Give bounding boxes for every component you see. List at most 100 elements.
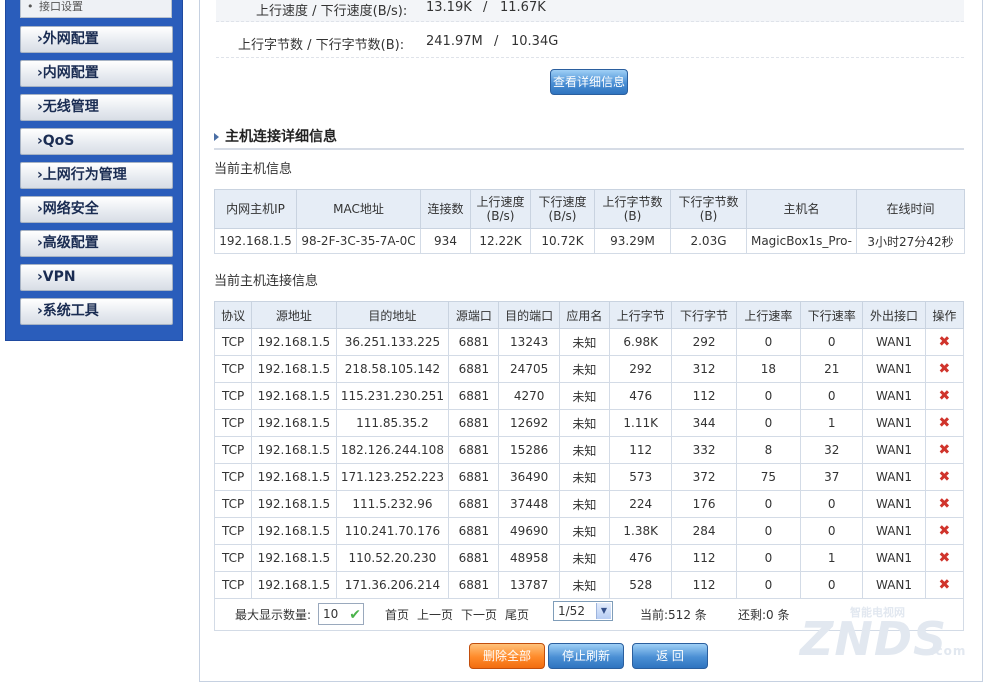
operation-cell: ✖ bbox=[924, 463, 965, 491]
conn-cell: 372 bbox=[671, 463, 737, 491]
conn-cell: 未知 bbox=[558, 409, 611, 437]
sidebar-item-security[interactable]: ›网络安全 bbox=[20, 196, 173, 223]
table-row: TCP 192.168.1.5 110.52.20.230 6881 48958 未知 47… bbox=[213, 544, 965, 572]
sidebar-item-wan[interactable]: ›外网配置 bbox=[20, 26, 173, 53]
chevron-down-icon[interactable]: ▼ bbox=[596, 603, 611, 619]
conn-info-title: 当前主机连接信息 bbox=[214, 274, 319, 289]
bytes-label: 上行字节数 / 下行字节数(B): bbox=[238, 38, 405, 53]
delete-x-icon[interactable]: ✖ bbox=[938, 388, 950, 404]
sidebar-item-qos[interactable]: ›QoS bbox=[20, 128, 173, 155]
conn-cell: WAN1 bbox=[862, 517, 926, 545]
back-button[interactable]: 返 回 bbox=[632, 643, 708, 669]
conn-cell: 未知 bbox=[558, 463, 611, 491]
conn-cell: 110.52.20.230 bbox=[335, 544, 450, 572]
conn-cell: WAN1 bbox=[862, 544, 926, 572]
delete-x-icon[interactable]: ✖ bbox=[938, 550, 950, 566]
max-display-label: 最大显示数量: bbox=[235, 608, 312, 622]
sidebar-subitem-interface[interactable]: • 接口设置 bbox=[20, 0, 172, 18]
conn-cell: 6881 bbox=[448, 490, 500, 518]
down-bytes-value: 10.34G bbox=[511, 34, 559, 49]
conn-cell: TCP bbox=[213, 463, 253, 491]
view-details-button[interactable]: 查看详细信息 bbox=[550, 69, 628, 95]
conn-col-header: 目的地址 bbox=[335, 301, 450, 329]
conn-cell: 6881 bbox=[448, 409, 500, 437]
last-page-link[interactable]: 尾页 bbox=[505, 606, 529, 623]
stop-refresh-button[interactable]: 停止刷新 bbox=[548, 643, 624, 669]
host-cell: 192.168.1.5 bbox=[214, 228, 297, 254]
page-select[interactable]: 1/52 ▼ bbox=[553, 601, 613, 621]
sidebar-item-wireless[interactable]: ›无线管理 bbox=[20, 94, 173, 121]
delete-x-icon[interactable]: ✖ bbox=[938, 577, 950, 593]
host-col-header: 主机名 bbox=[746, 189, 857, 229]
table-row: TCP 192.168.1.5 110.241.70.176 6881 49690 未知 1… bbox=[213, 517, 965, 545]
conn-col-header: 目的端口 bbox=[498, 301, 560, 329]
speed-label: 上行速度 / 下行速度(B/s): bbox=[256, 4, 408, 19]
conn-cell: WAN1 bbox=[862, 328, 926, 356]
conn-col-header: 上行字节 bbox=[609, 301, 673, 329]
conn-cell: 15286 bbox=[498, 436, 560, 464]
conn-cell: 176 bbox=[671, 490, 737, 518]
conn-cell: 13243 bbox=[498, 328, 560, 356]
conn-cell: 112 bbox=[609, 436, 673, 464]
sidebar-item-tools[interactable]: ›系统工具 bbox=[20, 298, 173, 325]
first-page-link[interactable]: 首页 bbox=[385, 606, 409, 623]
conn-cell: WAN1 bbox=[862, 436, 926, 464]
sidebar-item-advanced[interactable]: ›高级配置 bbox=[20, 230, 173, 257]
conn-cell: 112 bbox=[671, 544, 737, 572]
host-cell: 12.22K bbox=[470, 228, 531, 254]
operation-cell: ✖ bbox=[924, 517, 965, 545]
conn-col-header: 协议 bbox=[213, 301, 253, 329]
conn-cell: TCP bbox=[213, 436, 253, 464]
table-row: TCP 192.168.1.5 182.126.244.108 6881 15286 未知… bbox=[213, 436, 965, 464]
max-display-input[interactable]: 10 ✔ bbox=[318, 603, 364, 625]
conn-cell: TCP bbox=[213, 544, 253, 572]
delete-x-icon[interactable]: ✖ bbox=[938, 523, 950, 539]
watermark-logo: 智能电视网 ZNDS .com bbox=[800, 592, 980, 672]
conn-cell: 6.98K bbox=[609, 328, 673, 356]
conn-col-header: 源地址 bbox=[251, 301, 337, 329]
conn-col-header: 操作 bbox=[924, 301, 965, 329]
delete-x-icon[interactable]: ✖ bbox=[938, 442, 950, 458]
conn-cell: 13787 bbox=[498, 571, 560, 599]
conn-cell: 573 bbox=[609, 463, 673, 491]
conn-cell: 6881 bbox=[448, 382, 500, 410]
sidebar-item-lan[interactable]: ›内网配置 bbox=[20, 60, 173, 87]
conn-cell: 24705 bbox=[498, 355, 560, 383]
connection-table: 协议 源地址 目的地址 源端口 目的端口 应用名 上行字节 下行字节 上行速率 下行速率 外出接口操… bbox=[213, 301, 965, 599]
host-table-header: 内网主机IP MAC地址 连接数 上行速度 (B/s) 下行速度 (B/s) 上行字节数 … bbox=[214, 189, 965, 229]
delete-x-icon[interactable]: ✖ bbox=[938, 469, 950, 485]
delete-x-icon[interactable]: ✖ bbox=[938, 361, 950, 377]
conn-cell: 0 bbox=[735, 571, 802, 599]
host-info-table: 内网主机IP MAC地址 连接数 上行速度 (B/s) 下行速度 (B/s) 上行字节数 … bbox=[214, 189, 965, 254]
delete-x-icon[interactable]: ✖ bbox=[938, 496, 950, 512]
sidebar-item-vpn[interactable]: ›VPN bbox=[20, 264, 173, 291]
conn-cell: 12692 bbox=[498, 409, 560, 437]
host-col-header: 下行字节数 (B) bbox=[670, 189, 747, 229]
delete-x-icon[interactable]: ✖ bbox=[938, 415, 950, 431]
conn-cell: 36490 bbox=[498, 463, 560, 491]
triangle-right-icon bbox=[214, 133, 219, 141]
table-row: TCP 192.168.1.5 111.85.35.2 6881 12692 未知 1.11… bbox=[213, 409, 965, 437]
conn-cell: 332 bbox=[671, 436, 737, 464]
conn-cell: 0 bbox=[800, 517, 864, 545]
table-row: TCP 192.168.1.5 218.58.105.142 6881 24705 未知 2… bbox=[213, 355, 965, 383]
conn-cell: 未知 bbox=[558, 382, 611, 410]
conn-cell: 6881 bbox=[448, 517, 500, 545]
conn-cell: 36.251.133.225 bbox=[335, 328, 450, 356]
conn-cell: 528 bbox=[609, 571, 673, 599]
sidebar-item-behavior[interactable]: ›上网行为管理 bbox=[20, 162, 173, 189]
conn-cell: 192.168.1.5 bbox=[251, 355, 337, 383]
operation-cell: ✖ bbox=[924, 328, 965, 356]
host-col-header: 在线时间 bbox=[856, 189, 965, 229]
conn-cell: 192.168.1.5 bbox=[251, 571, 337, 599]
conn-cell: WAN1 bbox=[862, 382, 926, 410]
next-page-link[interactable]: 下一页 bbox=[461, 606, 497, 623]
host-cell: 934 bbox=[420, 228, 471, 254]
conn-cell: WAN1 bbox=[862, 409, 926, 437]
delete-all-button[interactable]: 删除全部 bbox=[469, 643, 545, 669]
speed-separator: / bbox=[483, 0, 488, 15]
check-icon[interactable]: ✔ bbox=[349, 605, 361, 625]
speed-row: 上行速度 / 下行速度(B/s): 13.19K / 11.67K bbox=[216, 0, 964, 22]
delete-x-icon[interactable]: ✖ bbox=[938, 334, 950, 350]
prev-page-link[interactable]: 上一页 bbox=[417, 606, 453, 623]
